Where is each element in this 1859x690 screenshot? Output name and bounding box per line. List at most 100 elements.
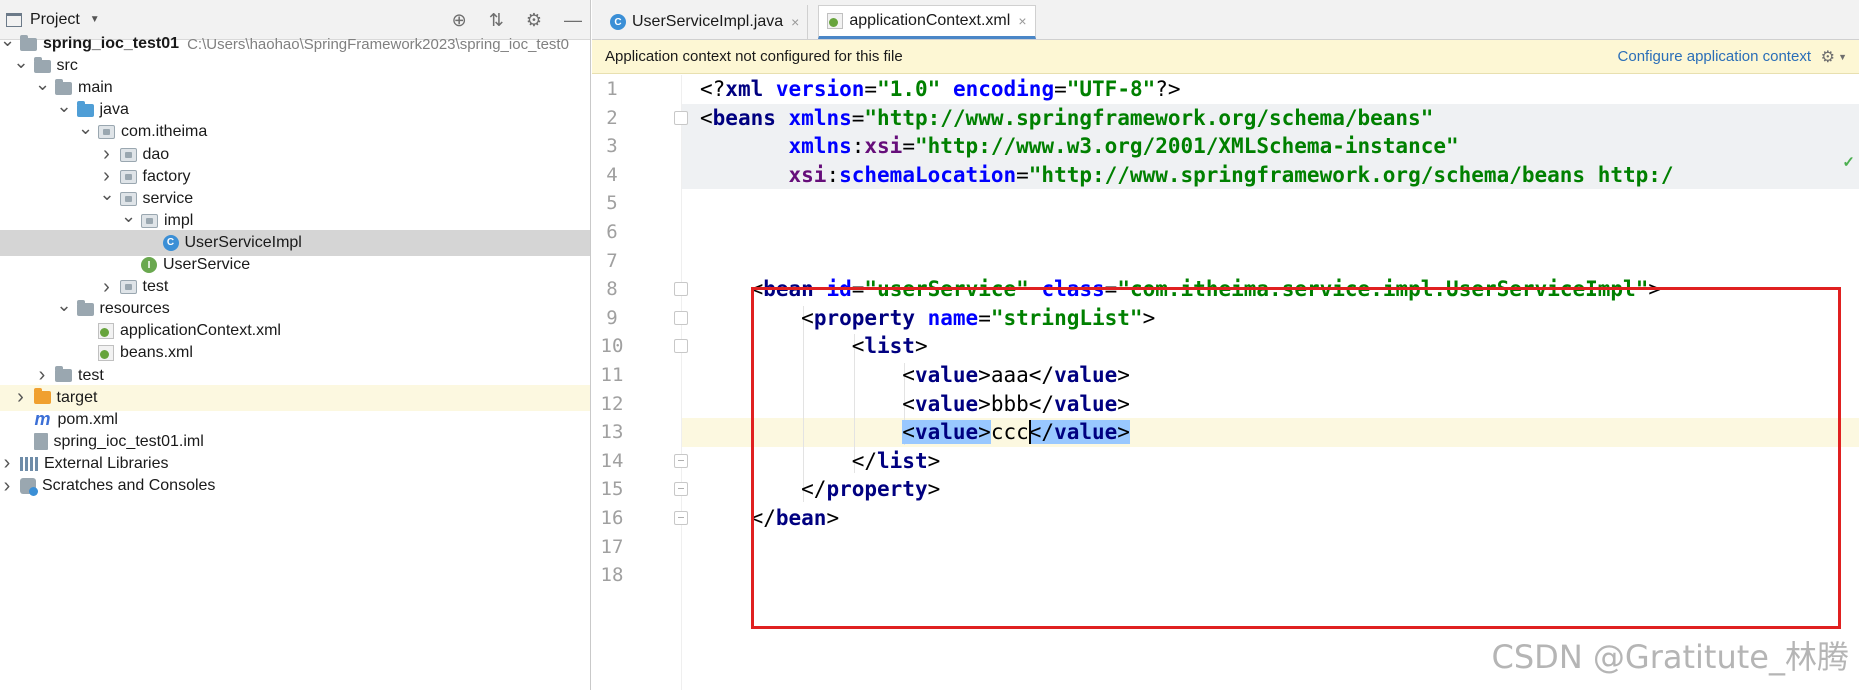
editor-gutter[interactable]: 1 2 3 4 5 6 7 8 9 10 11 12 13 14 15 16 17 18 xyxy=(592,75,688,690)
code-token: </ xyxy=(750,506,776,530)
text-caret xyxy=(1028,420,1031,445)
code-editor[interactable]: 1 2 3 4 5 6 7 8 9 10 11 12 13 14 15 16 17 18 <?xml versio… xyxy=(592,75,1859,690)
line-number[interactable]: 12 xyxy=(592,390,632,419)
code-token: encoding xyxy=(952,77,1055,101)
code-token: = xyxy=(864,77,878,101)
code-line[interactable]: </property> xyxy=(700,475,940,504)
chevron-right-icon[interactable]: › xyxy=(100,143,114,166)
chevron-right-icon[interactable]: › xyxy=(35,364,49,387)
minimize-icon[interactable]: — xyxy=(564,11,582,29)
chevron-down-icon[interactable]: ⌄ xyxy=(35,74,50,95)
close-icon[interactable]: × xyxy=(1018,13,1026,29)
line-number[interactable]: 9 xyxy=(592,304,632,333)
line-number[interactable]: 6 xyxy=(592,218,632,247)
line-number[interactable]: 2 xyxy=(592,104,632,133)
project-view-icon xyxy=(6,12,22,27)
line-number[interactable]: 16 xyxy=(592,504,632,533)
code-token: < xyxy=(902,391,915,416)
code-token: value xyxy=(914,420,979,445)
folder-icon xyxy=(33,56,51,73)
chevron-down-icon[interactable]: ⌄ xyxy=(78,118,93,139)
chevron-down-icon[interactable]: ⌄ xyxy=(57,96,72,117)
package-icon xyxy=(119,147,137,162)
fold-marker-icon[interactable] xyxy=(674,511,688,525)
line-number[interactable]: 11 xyxy=(592,361,632,390)
code-line[interactable]: <value>ccc</value> xyxy=(700,418,1130,447)
tab-label: UserServiceImpl.java xyxy=(632,13,784,30)
code-line[interactable]: <value>bbb</value> xyxy=(700,390,1130,419)
chevron-down-icon[interactable]: ⌄ xyxy=(100,184,115,205)
tab-applicationcontext-xml[interactable]: applicationContext.xml × xyxy=(818,5,1036,39)
line-number[interactable]: 8 xyxy=(592,275,632,304)
code-token: value xyxy=(1054,363,1118,387)
line-number[interactable]: 13 xyxy=(592,418,632,447)
fold-marker-icon[interactable] xyxy=(674,282,688,297)
code-line[interactable]: <value>aaa</value> xyxy=(700,361,1130,390)
code-line[interactable]: xmlns:xsi="http://www.w3.org/2001/XMLSch… xyxy=(700,132,1459,161)
code-token: > xyxy=(914,334,928,359)
code-line[interactable]: </list> xyxy=(700,447,941,476)
project-tool-window: Project ▼ ⊕ ⇅ ⚙ — ⌄ spring_ioc_test01 C:\U… xyxy=(0,0,591,690)
line-number[interactable]: 14 xyxy=(592,447,632,476)
package-icon xyxy=(141,213,158,228)
gear-icon[interactable]: ⚙ xyxy=(1821,47,1835,67)
code-line[interactable]: <?xml version="1.0" encoding="UTF-8"?> xyxy=(700,75,1181,104)
line-number[interactable]: 5 xyxy=(592,189,632,218)
chevron-right-icon[interactable]: › xyxy=(100,276,114,299)
class-icon: C xyxy=(610,14,626,30)
chevron-down-icon[interactable]: ⌄ xyxy=(0,30,15,51)
code-token: version xyxy=(775,77,865,101)
code-line[interactable]: <property name="stringList"> xyxy=(700,304,1155,333)
code-line[interactable]: <beans xmlns="http://www.springframework… xyxy=(700,104,1433,133)
chevron-right-icon[interactable]: › xyxy=(14,386,28,409)
project-view-selector[interactable]: Project xyxy=(30,11,80,29)
code-line[interactable]: <list> xyxy=(700,332,928,361)
code-token: > xyxy=(1142,305,1156,330)
code-line[interactable]: <bean id="userService" class="com.itheim… xyxy=(700,275,1661,304)
code-token: "http://www.springframework.org/schema/b… xyxy=(864,105,1434,130)
line-number[interactable]: 1 xyxy=(592,75,632,104)
gear-icon[interactable]: ⚙ xyxy=(526,11,542,29)
fold-marker-icon[interactable] xyxy=(674,453,688,468)
notification-bar: Application context not configured for t… xyxy=(592,40,1859,74)
fold-marker-icon[interactable] xyxy=(674,310,688,325)
tree-item-label: dao xyxy=(142,145,170,163)
code-token: list xyxy=(877,448,928,473)
line-number[interactable]: 17 xyxy=(592,533,632,562)
line-number[interactable]: 4 xyxy=(592,161,632,190)
code-line[interactable]: xsi:schemaLocation="http://www.springfra… xyxy=(700,161,1674,190)
tree-item-label: spring_ioc_test01.iml xyxy=(53,432,204,450)
chevron-down-icon[interactable]: ⌄ xyxy=(57,295,72,316)
chevron-down-icon[interactable]: ⌄ xyxy=(14,52,29,73)
folder-icon xyxy=(55,366,72,382)
tree-item[interactable]: › Scratches and Consoles xyxy=(0,473,590,499)
chevron-down-icon[interactable]: ▼ xyxy=(90,14,100,25)
line-number[interactable]: 3 xyxy=(592,132,632,161)
close-icon[interactable]: × xyxy=(791,14,799,30)
code-token: > xyxy=(978,420,991,445)
inspection-ok-icon[interactable]: ✓ xyxy=(1842,153,1855,171)
collapse-icon[interactable]: ⇅ xyxy=(489,11,504,29)
configure-context-link[interactable]: Configure application context xyxy=(1618,48,1811,65)
code-line[interactable]: </bean> xyxy=(700,504,840,533)
line-number[interactable]: 10 xyxy=(592,332,632,361)
fold-marker-icon[interactable] xyxy=(674,482,688,497)
line-number[interactable]: 15 xyxy=(592,475,632,504)
target-icon[interactable]: ⊕ xyxy=(452,11,467,29)
fold-marker-icon[interactable] xyxy=(674,110,688,125)
chevron-right-icon[interactable]: › xyxy=(0,475,14,498)
code-token: </ xyxy=(1028,420,1055,445)
chevron-down-icon[interactable]: ⌄ xyxy=(121,206,136,227)
chevron-down-icon[interactable]: ▼ xyxy=(1838,52,1847,62)
fold-marker-icon[interactable] xyxy=(674,339,688,354)
folder-icon xyxy=(20,34,37,51)
chevron-right-icon[interactable]: › xyxy=(0,452,14,475)
tab-userserviceimpl-java[interactable]: C UserServiceImpl.java × xyxy=(602,5,809,39)
line-number[interactable]: 18 xyxy=(592,561,632,590)
line-number[interactable]: 7 xyxy=(592,247,632,276)
